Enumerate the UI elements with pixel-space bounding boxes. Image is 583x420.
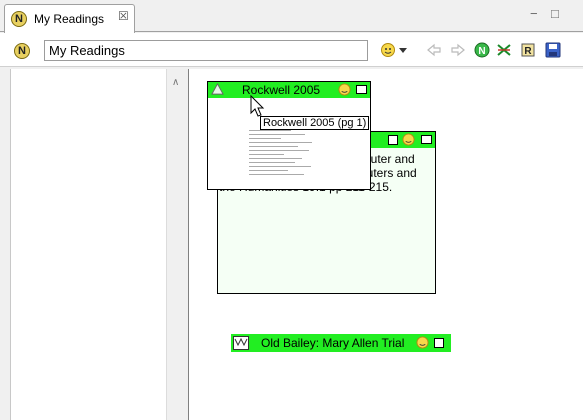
minimize-card-icon[interactable] [421, 135, 432, 144]
smiley-status-icon[interactable] [402, 133, 415, 146]
svg-text:R: R [524, 46, 532, 57]
chevron-down-icon[interactable] [398, 42, 408, 58]
minimize-icon[interactable]: − [530, 6, 538, 21]
smiley-status-icon[interactable] [416, 336, 429, 349]
outline-panel [10, 69, 166, 420]
reader-tooltip: Rockwell 2005 (pg 1) [260, 116, 370, 130]
scroll-up-icon[interactable]: ∧ [172, 77, 179, 88]
svg-text:N: N [478, 46, 485, 57]
reader-window-header[interactable]: Rockwell 2005 [208, 82, 370, 98]
web-page-icon [233, 336, 249, 350]
window-icon[interactable] [434, 338, 444, 348]
forward-arrow-icon[interactable] [450, 42, 466, 58]
window-icon[interactable] [388, 135, 398, 145]
n-logo-icon: N [14, 43, 30, 59]
old-bailey-card[interactable]: Old Bailey: Mary Allen Trial [231, 334, 451, 352]
editor-tab-bar: N My Readings ☒ − □ [0, 0, 583, 33]
old-bailey-header[interactable]: Old Bailey: Mary Allen Trial [231, 334, 451, 352]
vertical-scrollbar[interactable]: ∧ [166, 69, 187, 420]
smiley-status-icon[interactable] [380, 42, 396, 58]
new-note-icon[interactable]: N [474, 42, 490, 58]
tag-tool-icon[interactable]: R [520, 42, 536, 58]
n-logo-icon: N [11, 11, 27, 27]
document-page-thumbnail[interactable] [249, 130, 319, 188]
tab-title: My Readings [34, 12, 105, 26]
mouse-cursor-icon [250, 95, 265, 117]
link-tool-icon[interactable] [496, 42, 512, 58]
collection-name-input[interactable] [44, 40, 368, 61]
pdf-document-icon [211, 83, 224, 95]
maximize-icon[interactable]: □ [551, 6, 559, 21]
back-arrow-icon[interactable] [426, 42, 442, 58]
old-bailey-title: Old Bailey: Mary Allen Trial [261, 336, 405, 350]
minimize-card-icon[interactable] [356, 85, 367, 94]
tab-close-icon[interactable]: ☒ [118, 9, 129, 23]
tab-my-readings[interactable]: N My Readings ☒ [4, 4, 135, 33]
save-icon[interactable] [545, 42, 561, 58]
toolbar: N N R [0, 33, 583, 67]
smiley-status-icon[interactable] [338, 83, 351, 96]
